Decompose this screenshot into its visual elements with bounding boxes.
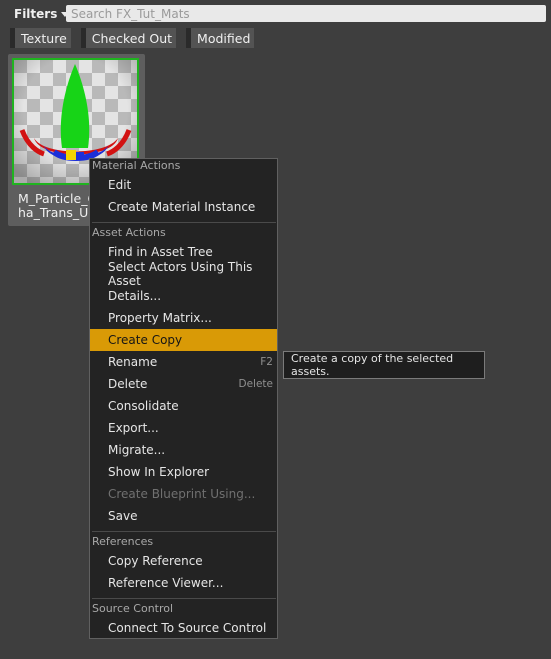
menu-section-material-actions: Material Actions: [92, 159, 181, 172]
menu-item-connect-source-control[interactable]: Connect To Source Control: [90, 617, 277, 639]
search-input[interactable]: Search FX_Tut_Mats: [66, 5, 546, 22]
filter-chip-label: Texture: [21, 30, 67, 46]
menu-item-select-actors[interactable]: Select Actors Using This Asset: [90, 260, 277, 288]
menu-item-details[interactable]: Details...: [90, 285, 277, 307]
filters-label: Filters: [14, 7, 58, 21]
menu-item-delete[interactable]: Delete Delete: [90, 373, 277, 395]
filter-chip-label: Modified: [197, 30, 251, 46]
menu-item-export[interactable]: Export...: [90, 417, 277, 439]
menu-item-edit[interactable]: Edit: [90, 174, 277, 196]
filter-chip-texture[interactable]: Texture: [10, 28, 71, 48]
menu-item-rename[interactable]: Rename F2: [90, 351, 277, 373]
filter-chip-modified[interactable]: Modified: [186, 28, 255, 48]
menu-item-copy-reference[interactable]: Copy Reference: [90, 550, 277, 572]
menu-separator: [92, 598, 276, 599]
shortcut-label: F2: [260, 356, 273, 368]
menu-section-references: References: [92, 535, 154, 548]
menu-item-label: Delete: [108, 377, 148, 391]
content-browser-toolbar: Filters Search FX_Tut_Mats: [0, 0, 551, 28]
asset-context-menu: Material Actions Edit Create Material In…: [89, 158, 278, 639]
search-placeholder: Search FX_Tut_Mats: [71, 6, 190, 21]
menu-item-create-copy[interactable]: Create Copy: [90, 329, 277, 351]
menu-section-asset-actions: Asset Actions: [92, 226, 166, 239]
menu-item-migrate[interactable]: Migrate...: [90, 439, 277, 461]
tooltip: Create a copy of the selected assets.: [283, 351, 485, 379]
shortcut-label: Delete: [238, 378, 274, 390]
menu-item-label: Rename: [108, 355, 158, 369]
menu-item-create-material-instance[interactable]: Create Material Instance: [90, 196, 277, 218]
menu-item-create-blueprint: Create Blueprint Using...: [108, 487, 256, 501]
menu-separator: [92, 222, 276, 223]
menu-item-property-matrix[interactable]: Property Matrix...: [90, 307, 277, 329]
menu-separator: [92, 531, 276, 532]
tooltip-text: Create a copy of the selected assets.: [291, 352, 454, 378]
filter-chip-checked-out[interactable]: Checked Out: [80, 28, 177, 48]
menu-item-consolidate[interactable]: Consolidate: [90, 395, 277, 417]
filter-chips: Texture Checked Out Modified: [10, 28, 255, 48]
menu-item-show-in-explorer[interactable]: Show In Explorer: [90, 461, 277, 483]
filter-chip-label: Checked Out: [91, 30, 173, 46]
menu-item-reference-viewer[interactable]: Reference Viewer...: [90, 572, 277, 594]
menu-section-source-control: Source Control: [92, 602, 174, 615]
menu-item-save[interactable]: Save: [90, 505, 277, 527]
